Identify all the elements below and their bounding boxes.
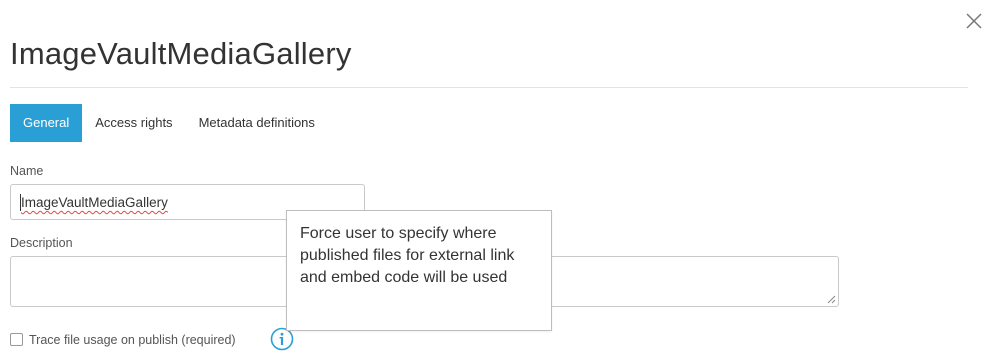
name-input-value: ImageVaultMediaGallery: [21, 195, 168, 210]
resize-grip-icon[interactable]: [827, 295, 836, 304]
tab-bar: General Access rights Metadata definitio…: [10, 104, 328, 142]
close-icon: [966, 13, 982, 29]
dialog-title: ImageVaultMediaGallery: [10, 36, 352, 71]
name-label: Name: [10, 164, 44, 178]
description-label: Description: [10, 236, 73, 250]
title-divider: [10, 87, 968, 88]
tab-metadata-definitions[interactable]: Metadata definitions: [186, 104, 328, 142]
tooltip: Force user to specify where published fi…: [286, 210, 552, 331]
close-button[interactable]: [963, 10, 985, 32]
trace-file-usage-checkbox[interactable]: [10, 333, 23, 346]
trace-file-usage-label: Trace file usage on publish (required): [29, 333, 236, 347]
tab-access-rights[interactable]: Access rights: [82, 104, 185, 142]
tab-general[interactable]: General: [10, 104, 83, 142]
